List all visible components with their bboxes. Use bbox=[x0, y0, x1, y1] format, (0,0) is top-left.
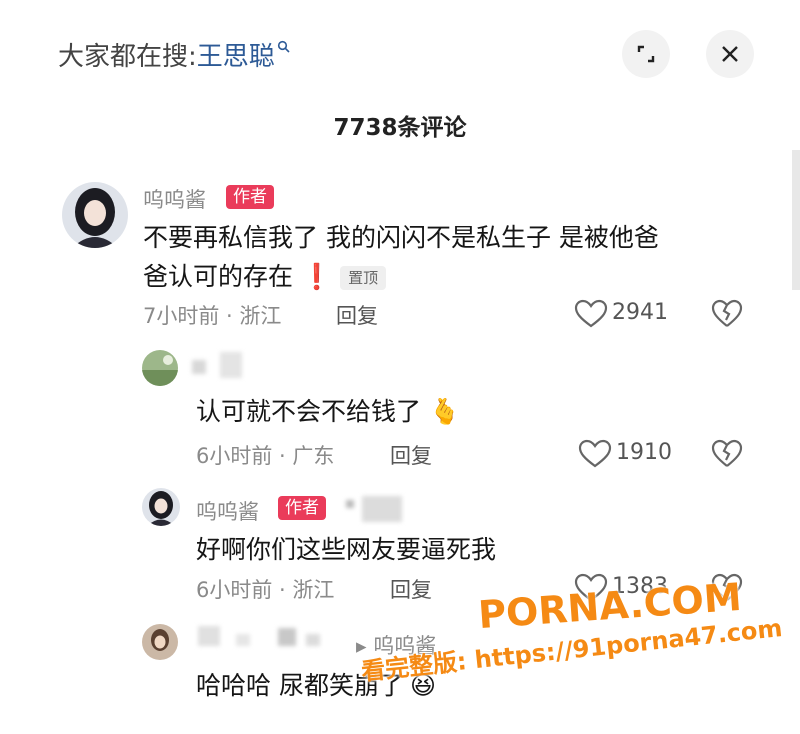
broken-heart-icon[interactable] bbox=[711, 439, 743, 469]
avatar[interactable] bbox=[142, 488, 180, 526]
close-button[interactable] bbox=[706, 30, 754, 78]
heart-icon[interactable] bbox=[578, 439, 612, 469]
search-suggestion[interactable]: 大家都在搜:王思聪 bbox=[58, 36, 291, 73]
blurred-username bbox=[198, 626, 220, 646]
blurred-username bbox=[192, 360, 206, 374]
comment-text-line: 爸认可的存在 bbox=[143, 262, 294, 291]
search-icon bbox=[277, 40, 290, 53]
emoji: 🫰 bbox=[429, 397, 461, 426]
blurred-username bbox=[346, 500, 354, 508]
comment-author[interactable]: 呜呜酱 bbox=[143, 184, 206, 214]
blurred-username bbox=[362, 496, 402, 522]
comment-meta: 6小时前 · 广东 bbox=[196, 444, 335, 468]
author-badge: 作者 bbox=[278, 496, 326, 520]
comment-text: 认可就不会不给钱了 🫰 bbox=[196, 392, 460, 431]
avatar[interactable] bbox=[142, 350, 178, 386]
comment-count: 7738条评论 bbox=[333, 115, 467, 141]
comment-text: 好啊你们这些网友要逼死我 bbox=[196, 535, 497, 564]
blurred-username bbox=[278, 628, 296, 646]
reply-button[interactable]: 回复 bbox=[390, 440, 432, 470]
expand-icon bbox=[637, 45, 655, 63]
blurred-username bbox=[306, 634, 320, 646]
reply-button[interactable]: 回复 bbox=[336, 300, 378, 330]
blurred-username bbox=[236, 634, 250, 646]
like-count: 1910 bbox=[616, 440, 672, 465]
search-term-link[interactable]: 王思聪 bbox=[197, 42, 275, 72]
comment-author[interactable]: 呜呜酱 bbox=[196, 496, 259, 526]
expand-button[interactable] bbox=[622, 30, 670, 78]
search-prefix: 大家都在搜: bbox=[58, 42, 197, 72]
blurred-username bbox=[220, 352, 242, 378]
watermark-label: 看完整版: bbox=[359, 647, 468, 687]
scrollbar[interactable] bbox=[792, 150, 800, 290]
author-badge: 作者 bbox=[226, 185, 274, 209]
exclamation-emoji: ❗ bbox=[300, 262, 333, 291]
avatar[interactable] bbox=[142, 624, 178, 660]
like-count: 2941 bbox=[612, 300, 668, 325]
comment-text-line: 不要再私信我了 我的闪闪不是私生子 是被他爸 bbox=[143, 223, 659, 252]
comment-text: 不要再私信我了 我的闪闪不是私生子 是被他爸 爸认可的存在 ❗ 置顶 bbox=[143, 218, 753, 296]
comment-meta: 7小时前 · 浙江 bbox=[143, 304, 282, 328]
comment-text-line: 认可就不会不给钱了 bbox=[196, 397, 422, 426]
broken-heart-icon[interactable] bbox=[711, 299, 743, 329]
reply-button[interactable]: 回复 bbox=[390, 574, 432, 604]
heart-icon[interactable] bbox=[574, 299, 608, 329]
avatar[interactable] bbox=[62, 182, 128, 248]
pinned-badge: 置顶 bbox=[340, 266, 387, 290]
comment-meta: 6小时前 · 浙江 bbox=[196, 578, 335, 602]
close-icon bbox=[722, 46, 738, 62]
comments-header: 大家都在搜:王思聪 7738条评论 bbox=[0, 0, 800, 141]
